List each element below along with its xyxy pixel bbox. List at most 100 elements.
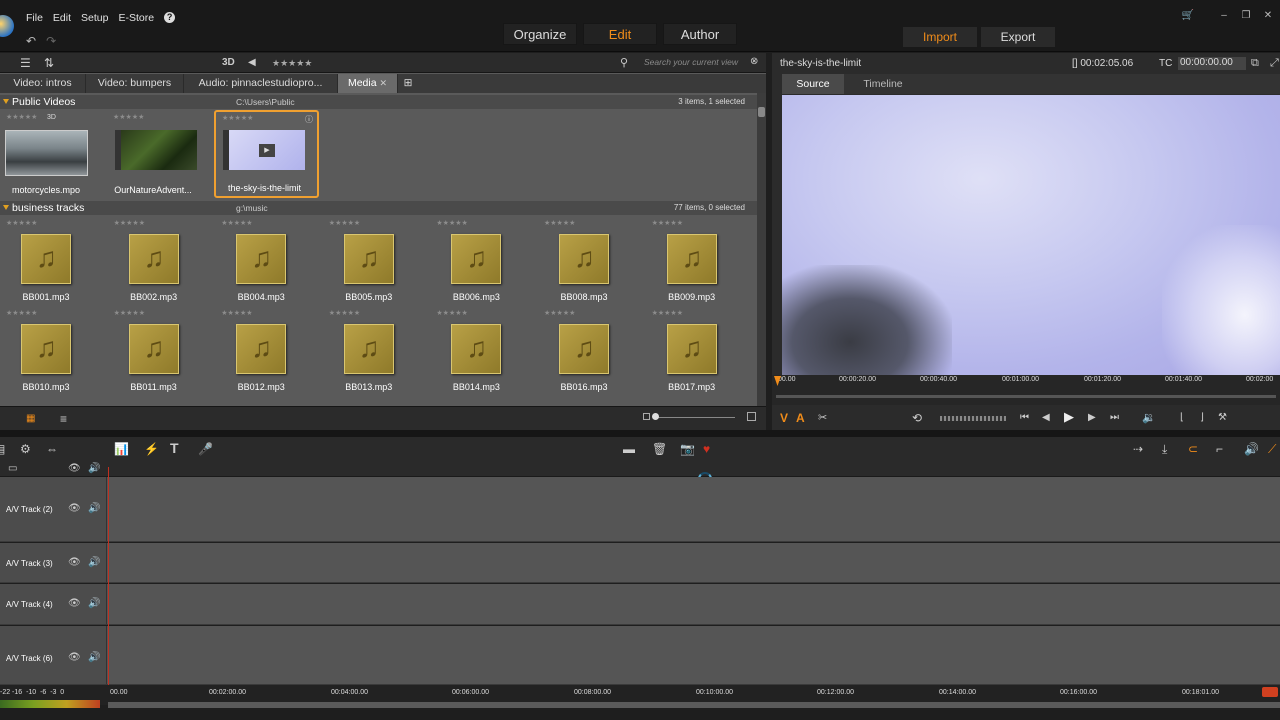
jog-shuttle[interactable] — [940, 416, 1006, 421]
go-end-icon[interactable]: ⏭ — [1110, 411, 1119, 425]
timeline-scrollbar[interactable] — [108, 702, 1280, 708]
audio-mixer-icon[interactable]: 📊 — [114, 442, 129, 456]
speaker-icon[interactable]: 🔊 — [88, 502, 100, 516]
music-item[interactable]: ★★★★★ ♫ BB005.mp3 — [323, 218, 423, 304]
undo-icon[interactable]: ↶ — [26, 34, 36, 48]
marker-icon[interactable]: ♥ — [703, 442, 710, 456]
music-item[interactable]: ★★★★★ ♫ BB002.mp3 — [108, 218, 208, 304]
item-rating[interactable]: ★★★★★ — [436, 309, 467, 317]
volume-icon-v[interactable]: V — [780, 411, 788, 425]
music-item[interactable]: ★★★★★ ♫ BB014.mp3 — [430, 308, 530, 394]
music-item[interactable]: ★★★★★ ♫ BB012.mp3 — [215, 308, 315, 394]
help-icon[interactable]: ? — [164, 12, 176, 23]
scroll-thumb[interactable] — [758, 107, 765, 117]
speaker-icon[interactable]: 🔊 — [88, 651, 100, 665]
track-header[interactable]: A/V Track (3) 👁 🔊 — [0, 543, 107, 582]
snapshot-icon[interactable]: 📷 — [680, 442, 695, 456]
details-view-icon[interactable]: ≡ — [60, 412, 67, 426]
tab-audio-pinnacle[interactable]: Audio: pinnaclestudiopro... — [184, 74, 338, 93]
step-forward-icon[interactable]: ▶ — [1088, 411, 1096, 425]
popout-icon[interactable]: ⧉ — [1251, 56, 1259, 70]
track-row[interactable]: A/V Track (4) 👁 🔊 — [0, 584, 1280, 625]
mark-out-icon[interactable]: ⌋ — [1200, 411, 1204, 425]
tab-edit[interactable]: Edit — [583, 23, 657, 45]
speaker-icon[interactable]: 🔊 — [88, 556, 100, 570]
info-icon[interactable]: ⓘ — [305, 114, 313, 125]
tab-author[interactable]: Author — [663, 23, 737, 45]
close-icon[interactable]: ✕ — [1258, 9, 1278, 23]
item-rating[interactable]: ★★★★★ — [652, 219, 683, 227]
tab-timeline[interactable]: Timeline — [852, 74, 914, 94]
zoom-slider[interactable] — [643, 412, 756, 423]
voiceover-mic-icon[interactable]: 🎤 — [198, 442, 213, 456]
step-back-icon[interactable]: ◀ — [1042, 411, 1050, 425]
media-item-selected[interactable]: ★★★★★ ⓘ ▶ the-sky-is-the-limit — [214, 110, 319, 198]
loop-icon[interactable]: ⟲ — [912, 411, 922, 425]
trim-icon[interactable]: ⤓ — [1162, 442, 1167, 456]
timeline-playhead[interactable] — [108, 467, 109, 687]
razor-icon[interactable]: ▬ — [623, 442, 635, 456]
section-public-videos[interactable]: Public Videos C:\Users\Public 3 items, 1… — [0, 95, 757, 109]
music-item[interactable]: ★★★★★ ♫ BB001.mp3 — [0, 218, 100, 304]
eye-icon[interactable]: 👁 — [68, 597, 81, 611]
search-input[interactable]: ⚲ Search your current view ⊗ — [620, 55, 762, 71]
track-header[interactable]: A/V Track (6) 👁 🔊 — [0, 626, 107, 684]
item-rating[interactable]: ★★★★★ — [329, 219, 360, 227]
audio-scrub-icon[interactable]: 🔊 — [1244, 442, 1259, 456]
player-progress[interactable] — [776, 395, 1276, 398]
tag-icon[interactable]: ◀ — [248, 56, 256, 70]
item-rating[interactable]: ★★★★★ — [114, 309, 145, 317]
menu-estore[interactable]: E-Store — [118, 12, 154, 24]
export-button[interactable]: Export — [981, 27, 1055, 47]
zoom-knob[interactable] — [652, 413, 659, 420]
item-rating[interactable]: ★★★★★ — [222, 114, 253, 122]
eye-icon[interactable]: 👁 — [68, 502, 81, 516]
music-item[interactable]: ★★★★★ ♫ BB006.mp3 — [430, 218, 530, 304]
speaker-icon[interactable]: 🔊 — [88, 597, 100, 611]
track-row[interactable]: A/V Track (2) 👁 🔊 — [0, 477, 1280, 542]
music-item[interactable]: ★★★★★ ♫ BB009.mp3 — [646, 218, 746, 304]
rating-filter[interactable]: ★★★★★ — [272, 56, 312, 70]
scissors-icon[interactable]: ✂ — [818, 411, 827, 425]
music-item[interactable]: ★★★★★ ♫ BB017.mp3 — [646, 308, 746, 394]
eye-icon[interactable]: 👁 — [68, 651, 81, 665]
play-icon[interactable]: ▶ — [1064, 410, 1074, 424]
music-item[interactable]: ★★★★★ ♫ BB008.mp3 — [538, 218, 638, 304]
track-row[interactable]: A/V Track (3) 👁 🔊 — [0, 543, 1280, 583]
player-ruler[interactable]: 00.00 00:00:20.00 00:00:40.00 00:01:00.00 00… — [772, 375, 1280, 405]
item-rating[interactable]: ★★★★★ — [6, 309, 37, 317]
minimize-icon[interactable]: – — [1214, 9, 1234, 23]
item-rating[interactable]: ★★★★★ — [221, 219, 252, 227]
tab-media[interactable]: Media ✕ — [338, 74, 398, 93]
play-overlay-icon[interactable]: ▶ — [259, 144, 275, 157]
music-item[interactable]: ★★★★★ ♫ BB004.mp3 — [215, 218, 315, 304]
track-options-icon[interactable]: ⇔ — [46, 442, 58, 456]
eye-all-icon[interactable]: 👁 — [68, 462, 81, 476]
item-rating[interactable]: ★★★★★ — [544, 219, 575, 227]
fullscreen-icon[interactable]: ⤢ — [1270, 56, 1279, 70]
import-button[interactable]: Import — [903, 27, 977, 47]
redo-icon[interactable]: ↷ — [46, 34, 56, 48]
tab-close-icon[interactable]: ✕ — [379, 78, 387, 88]
eye-icon[interactable]: 👁 — [68, 556, 81, 570]
menu-edit[interactable]: Edit — [53, 12, 71, 24]
sort-icon[interactable]: ⇅ — [44, 56, 54, 70]
music-item[interactable]: ★★★★★ ♫ BB013.mp3 — [323, 308, 423, 394]
mark-in-icon[interactable]: ⌊ — [1180, 411, 1184, 425]
menu-setup[interactable]: Setup — [81, 12, 108, 24]
3d-filter[interactable]: 3D — [222, 56, 235, 70]
grid-view-icon[interactable]: ▦ — [26, 412, 35, 426]
timecode-input[interactable]: 00:00:00.00 — [1178, 57, 1246, 70]
tab-video-bumpers[interactable]: Video: bumpers — [86, 74, 184, 93]
move-icon[interactable]: ⇢ — [1133, 442, 1143, 456]
media-item[interactable]: ★★★★★ 3D motorcycles.mpo — [0, 112, 100, 198]
speaker-icon[interactable]: 🔉 — [1142, 411, 1156, 425]
tool-icon-right[interactable]: ⟋ — [1268, 442, 1276, 456]
edit-mode-icon[interactable]: ⌐ — [1216, 442, 1223, 456]
music-item[interactable]: ★★★★★ ♫ BB010.mp3 — [0, 308, 100, 394]
collapse-icon[interactable] — [3, 99, 9, 104]
go-start-icon[interactable]: ⏮ — [1020, 411, 1029, 425]
item-rating[interactable]: ★★★★★ — [6, 219, 37, 227]
restore-icon[interactable]: ❐ — [1236, 9, 1256, 23]
tab-organize[interactable]: Organize — [503, 23, 577, 45]
